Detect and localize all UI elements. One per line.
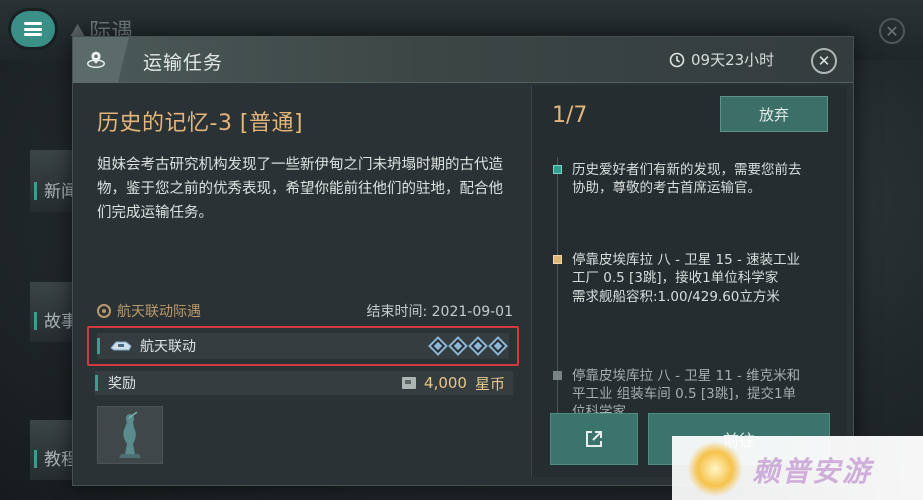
step-complete-marker [553,165,562,174]
reward-row: 奖励 4,000 星币 [95,371,513,395]
hamburger-icon [24,22,42,36]
cargo-requirement: 需求舰船容积:1.00/429.60立方米 [572,289,780,305]
statue-icon [119,411,141,458]
share-button[interactable] [550,413,638,465]
diamond-icon [488,336,508,356]
site-watermark: 赖普安游 [672,436,923,500]
close-button[interactable]: ✕ [811,48,837,74]
reward-currency: 星币 [474,374,505,393]
watermark-text: 赖普安游 [752,455,873,488]
row-accent-bar [95,375,98,391]
reward-amount: 4,000 [424,374,467,392]
reward-label: 奖励 [108,376,136,392]
abandon-button[interactable]: 放弃 [720,96,828,132]
row-accent-bar [97,338,100,354]
mission-description: 姐妹会考古研究机构发现了一些新伊甸之门未坍塌时期的古代造物，鉴于您之前的优秀表现… [97,157,503,221]
faction-highlight-box: 航天联动 [87,326,519,366]
main-menu-button[interactable] [11,11,55,47]
diamond-icon [428,336,448,356]
close-icon: ✕ [817,51,831,70]
close-icon: ✕ [885,21,899,41]
mission-name: 历史的记忆-3 [普通] [97,111,304,136]
faction-row[interactable]: 航天联动 [97,333,509,359]
mission-step: 历史爱好者们有新的发现，需要您前去协助，尊敬的考古首席运输官。 [553,161,808,197]
event-info-row: 航天联动际遇 结束时间: 2021-09-01 [97,301,513,321]
isk-coin-icon [402,377,417,389]
dialog-header: 运输任务 09天23小时 ✕ [73,37,853,83]
reward-value: 4,000 星币 [402,373,505,394]
diamond-icon [448,336,468,356]
clock-icon [669,52,685,67]
mission-step-current: 停靠皮埃库拉 八 - 卫星 15 - 速装工业 工厂 0.5 [3跳]，接收1单… [553,251,808,306]
diamond-icon [468,336,488,356]
step-pending-marker [553,371,562,380]
watermark-logo [688,442,742,496]
faction-standing [428,336,508,356]
mission-type-badge [73,37,129,83]
step-counter: 1/7 [552,103,588,128]
event-badge-icon [97,304,111,318]
dialog-title: 运输任务 [143,52,224,74]
step-current-marker [553,255,562,264]
map-pin-icon [87,51,105,69]
share-icon [586,431,602,447]
ship-icon [110,341,132,351]
transport-mission-dialog: 运输任务 09天23小时 ✕ 历史的记忆-3 [普通] 姐妹会考古研究机构发现了… [72,36,854,486]
mission-progress-panel: 1/7 放弃 历史爱好者们有新的发现，需要您前去协助，尊敬的考古首席运输官。 停… [531,85,847,477]
time-remaining-text: 09天23小时 [691,51,775,69]
event-name[interactable]: 航天联动际遇 [97,301,201,321]
event-end-time: 结束时间: 2021-09-01 [366,304,513,320]
time-remaining: 09天23小时 [669,49,774,70]
faction-name: 航天联动 [140,339,196,355]
reward-item-thumbnail[interactable] [97,406,163,464]
background-close-button[interactable]: ✕ [879,18,905,44]
